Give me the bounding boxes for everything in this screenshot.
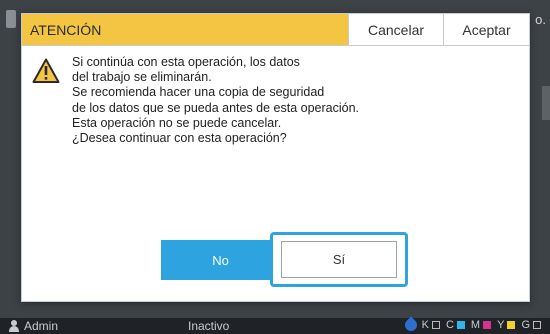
ink-m-label: M: [470, 319, 481, 331]
message-line: Si continúa con esta operación, los dato…: [72, 55, 300, 69]
ink-m-swatch: [483, 321, 492, 329]
user-name: Admin: [24, 319, 59, 333]
ink-y-swatch: [507, 321, 516, 329]
yes-button[interactable]: Sí: [281, 241, 397, 278]
ink-k-swatch: [431, 321, 440, 329]
ink-g-label: G: [521, 319, 530, 331]
dialog-title: ATENCIÓN: [22, 14, 348, 45]
warning-dialog: ATENCIÓN Cancelar Aceptar Si continúa co…: [21, 13, 530, 302]
yes-button-focus-ring: Sí: [270, 232, 408, 287]
accept-button[interactable]: Aceptar: [443, 14, 529, 45]
user-icon: [8, 320, 20, 332]
no-button[interactable]: No: [161, 240, 280, 280]
cancel-button[interactable]: Cancelar: [348, 14, 443, 45]
dialog-message: Si continúa con esta operación, los dato…: [72, 55, 512, 146]
ink-levels: K C M Y G: [402, 316, 544, 334]
ink-drop-icon: [402, 316, 420, 334]
message-line: Se recomienda hacer una copia de segurid…: [72, 85, 325, 100]
background-text: o.: [535, 12, 546, 27]
ink-y-label: Y: [497, 319, 505, 331]
dialog-header: ATENCIÓN Cancelar Aceptar: [22, 14, 529, 46]
status-bar: Admin Inactivo K C M Y G: [0, 316, 550, 334]
warning-icon: [32, 58, 60, 84]
machine-status: Inactivo: [188, 319, 230, 333]
message-line: de los datos que se pueda antes de esta …: [72, 100, 360, 115]
background-scroll-block: [542, 86, 550, 120]
message-line: del trabajo se eliminarán.: [72, 70, 212, 85]
status-user[interactable]: Admin: [8, 318, 58, 334]
message-line: ¿Desea continuar con esta operación?: [72, 131, 287, 146]
ink-c-swatch: [456, 321, 465, 329]
ink-k-label: K: [421, 319, 429, 331]
tab-handle-icon: [6, 10, 16, 28]
ink-g-swatch: [533, 321, 541, 329]
message-line: Esta operación no se puede cancelar.: [72, 115, 282, 130]
ink-c-label: C: [445, 319, 454, 331]
